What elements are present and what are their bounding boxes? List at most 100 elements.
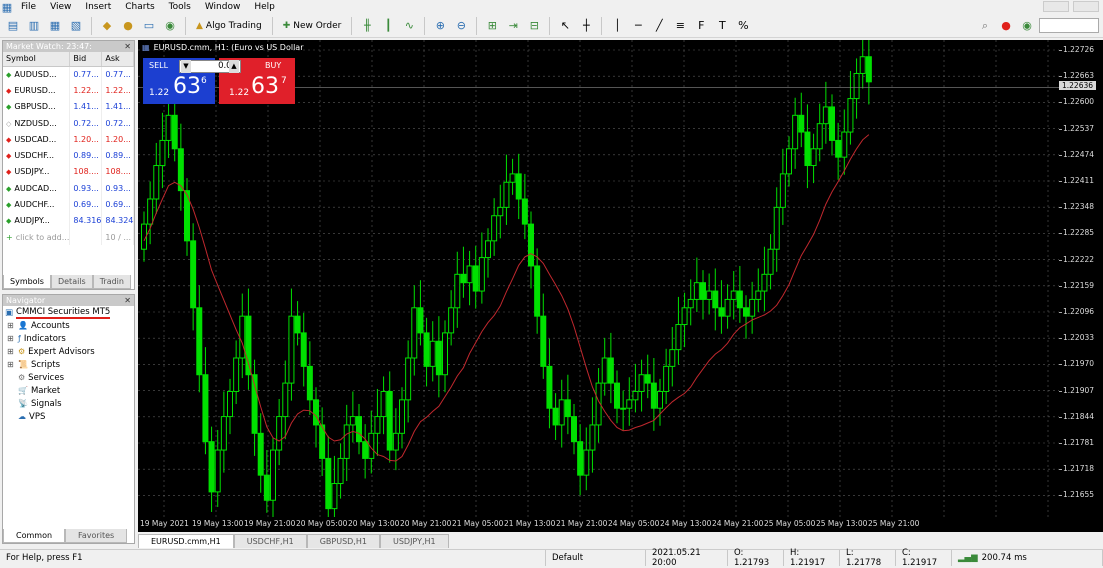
search-icon[interactable]: ⌕ <box>976 17 994 35</box>
menu-view[interactable]: View <box>43 2 78 12</box>
close-icon[interactable]: ✕ <box>124 42 131 51</box>
navigator-item-label: Services <box>28 372 65 383</box>
data-window-icon[interactable]: ▧ <box>67 17 85 35</box>
navigator-item-market[interactable]: 🛒 Market <box>3 384 134 397</box>
app-icon: ▦ <box>1 0 13 14</box>
market-watch-row[interactable]: ◆ USDJPY... 108.... 108.... <box>3 163 135 181</box>
market-watch-row[interactable]: ◆ USDCHF... 0.89... 0.89... <box>3 147 135 164</box>
candlestick-icon[interactable]: ┃ <box>379 17 397 35</box>
expand-icon[interactable]: ⊞ <box>7 360 15 369</box>
expand-icon[interactable]: ⊞ <box>7 334 15 343</box>
chart-tab-eurusd[interactable]: EURUSD.cmm,H1 <box>138 534 234 548</box>
cursor-icon[interactable]: ↖ <box>556 17 574 35</box>
navigator-item-signals[interactable]: 📡 Signals <box>3 397 134 410</box>
chart-tab-gbpusd[interactable]: GBPUSD,H1 <box>306 534 380 548</box>
lot-decrease-icon[interactable]: ▼ <box>181 60 191 73</box>
market-watch-row[interactable]: ◆ EURUSD... 1.22... 1.22... <box>3 82 135 99</box>
new-order-label: New Order <box>293 20 342 31</box>
profiles-icon[interactable]: ▥ <box>25 17 43 35</box>
auto-scroll-icon[interactable]: ⇥ <box>504 17 522 35</box>
market-watch-row[interactable]: ◇ NZDUSD... 0.72... 0.72... <box>3 114 135 132</box>
column-header-ask[interactable]: Ask <box>101 52 135 67</box>
market-watch-row[interactable]: ◆ AUDJPY... 84.316 84.324 <box>3 212 135 229</box>
vertical-line-icon[interactable]: │ <box>608 17 626 35</box>
menu-charts[interactable]: Charts <box>118 2 161 12</box>
market-watch-icon[interactable]: ▦ <box>46 17 64 35</box>
tab-favorites[interactable]: Favorites <box>65 529 128 543</box>
algo-trading-button[interactable]: ▲ Algo Trading <box>192 17 266 35</box>
line-chart-icon[interactable]: ∿ <box>400 17 418 35</box>
trendline-icon[interactable]: ╱ <box>650 17 668 35</box>
price-tick-label: 1.21844 <box>1063 411 1095 421</box>
price-tick <box>1059 285 1062 287</box>
symbol-cell: ◆ GBPUSD... <box>3 98 71 115</box>
add-symbol-row[interactable]: + click to add... 10 / ... <box>3 228 135 246</box>
terminal-icon[interactable]: ▭ <box>140 17 158 35</box>
tile-windows-icon[interactable]: ⊞ <box>483 17 501 35</box>
market-icon: 🛒 <box>18 386 28 395</box>
chart-tab-usdchf[interactable]: USDCHF,H1 <box>233 534 307 548</box>
bar-chart-icon[interactable]: ╫ <box>358 17 376 35</box>
ask-cell: 1.22... <box>101 82 135 99</box>
shapes-icon[interactable]: % <box>734 17 752 35</box>
navigator-item-vps[interactable]: ☁ VPS <box>3 410 134 423</box>
chart-shift-icon[interactable]: ⊟ <box>525 17 543 35</box>
candle-body <box>491 215 498 242</box>
text-icon[interactable]: T <box>713 17 731 35</box>
navigator-item-indicators[interactable]: ⊞ ƒ Indicators <box>3 332 134 345</box>
menu-file[interactable]: File <box>14 2 43 12</box>
price-chart[interactable]: ▦ EURUSD.cmm, H1: (Euro vs US Dollar <box>138 40 1059 532</box>
crosshair-icon[interactable]: ┼ <box>577 17 595 35</box>
toolbar: ▤ ▥ ▦ ▧ ◆ ● ▭ ◉ ▲ Algo Trading ✚ New Ord… <box>0 14 1103 38</box>
market-watch-row[interactable]: ◆ AUDCHF... 0.69... 0.69... <box>3 196 135 213</box>
navigator-item-label: Indicators <box>23 333 66 344</box>
algo-trading-icon: ▲ <box>196 20 203 31</box>
market-watch-row[interactable]: ◆ GBPUSD... 1.41... 1.41... <box>3 98 135 115</box>
navigator-item-expert-advisors[interactable]: ⊞ ⚙ Expert Advisors <box>3 345 134 358</box>
column-header-symbol[interactable]: Symbol <box>3 52 71 67</box>
menu-window[interactable]: Window <box>198 2 248 12</box>
tab-trading[interactable]: Tradin <box>92 275 131 289</box>
zoom-in-icon[interactable]: ⊕ <box>431 17 449 35</box>
expand-icon[interactable]: ⊞ <box>7 321 15 330</box>
new-order-button[interactable]: ✚ New Order <box>279 17 346 35</box>
maximize-button[interactable] <box>1073 1 1099 12</box>
market-watch-row[interactable]: ◆ AUDUSD... 0.77... 0.77... <box>3 66 135 83</box>
lot-increase-icon[interactable]: ▲ <box>229 60 239 73</box>
navigator-item-services[interactable]: ⚙ Services <box>3 371 134 384</box>
minimize-button[interactable] <box>1043 1 1069 12</box>
horizontal-line-icon[interactable]: ─ <box>629 17 647 35</box>
notifications-icon[interactable]: ● <box>997 17 1015 35</box>
channel-icon[interactable]: ≡ <box>671 17 689 35</box>
navigator-root[interactable]: ▣ CMMCI Securities MT5 <box>3 306 134 319</box>
fibonacci-icon[interactable]: F <box>692 17 710 35</box>
navigator-icon[interactable]: ◆ <box>98 17 116 35</box>
tab-details[interactable]: Details <box>50 275 93 289</box>
sell-price-sup: 6 <box>201 76 207 86</box>
navigator-item-scripts[interactable]: ⊞ 📜 Scripts <box>3 358 134 371</box>
status-profile: Default <box>546 550 646 566</box>
candle-body <box>521 198 528 225</box>
menu-help[interactable]: Help <box>247 2 282 12</box>
navigator-item-accounts[interactable]: ⊞ 👤 Accounts <box>3 319 134 332</box>
chart-tab-usdjpy[interactable]: USDJPY,H1 <box>379 534 449 548</box>
search-input[interactable] <box>1039 18 1099 33</box>
chart-canvas[interactable] <box>138 40 1059 529</box>
candle-body <box>675 324 682 351</box>
column-header-bid[interactable]: Bid <box>69 52 103 67</box>
separator <box>91 16 92 35</box>
account-icon[interactable]: ◉ <box>1018 17 1036 35</box>
market-watch-row[interactable]: ◆ AUDCAD... 0.93... 0.93... <box>3 180 135 197</box>
menu-insert[interactable]: Insert <box>78 2 118 12</box>
tab-common[interactable]: Common <box>3 529 66 543</box>
close-icon[interactable]: ✕ <box>124 296 131 305</box>
new-chart-icon[interactable]: ▤ <box>4 17 22 35</box>
status-close: C: 1.21917 <box>896 548 952 568</box>
market-watch-row[interactable]: ◆ USDCAD... 1.20... 1.20... <box>3 131 135 148</box>
zoom-out-icon[interactable]: ⊖ <box>452 17 470 35</box>
tab-symbols[interactable]: Symbols <box>3 275 51 289</box>
menu-tools[interactable]: Tools <box>162 2 198 12</box>
expand-icon[interactable]: ⊞ <box>7 347 15 356</box>
strategy-tester-icon[interactable]: ◉ <box>161 17 179 35</box>
lock-icon[interactable]: ● <box>119 17 137 35</box>
